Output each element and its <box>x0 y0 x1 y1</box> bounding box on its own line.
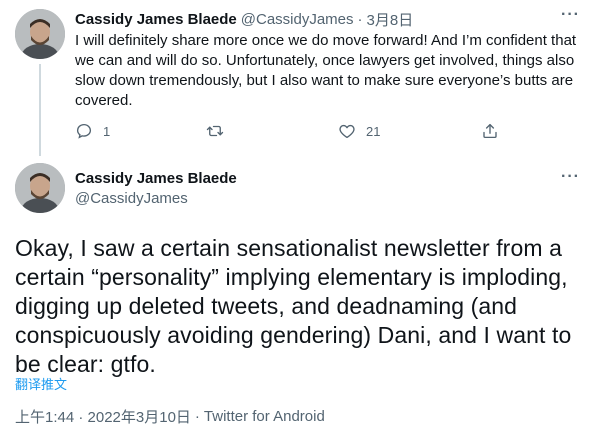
translate-tweet-link[interactable]: 翻译推文 <box>15 374 67 393</box>
tweet-date[interactable]: 3月8日 <box>367 9 414 30</box>
heart-icon <box>339 124 355 139</box>
more-options-icon[interactable]: ··· <box>561 6 580 24</box>
main-tweet-text: Okay, I saw a certain sensationalist new… <box>15 235 572 377</box>
more-options-icon[interactable]: ··· <box>561 168 580 186</box>
share-button[interactable] <box>481 122 499 140</box>
reply-count: 1 <box>103 123 111 139</box>
reply-tweet-text: I will definitely share more once we do … <box>75 32 577 109</box>
tweet-timestamp[interactable]: 上午1:44 · 2022年3月10日 <box>15 406 191 427</box>
tweet-meta: 上午1:44 · 2022年3月10日 · Twitter for Androi… <box>15 406 325 427</box>
share-icon <box>483 123 497 139</box>
retweet-icon <box>206 125 224 137</box>
author-name[interactable]: Cassidy James Blaede <box>75 170 237 187</box>
reply-icon <box>76 123 92 139</box>
author-name[interactable]: Cassidy James Blaede <box>75 11 237 28</box>
author-handle[interactable]: @CassidyJames <box>75 190 188 207</box>
avatar-image <box>15 9 65 59</box>
author-handle[interactable]: @CassidyJames <box>241 11 354 28</box>
avatar-image <box>15 163 65 213</box>
reply-header: Cassidy James Blaede @CassidyJames · 3月8… <box>75 9 413 30</box>
like-count: 21 <box>366 123 381 139</box>
avatar[interactable] <box>15 163 65 213</box>
retweet-button[interactable] <box>206 122 234 140</box>
separator-dot: · <box>357 11 363 28</box>
tweet-source[interactable]: Twitter for Android <box>204 408 325 425</box>
reply-button[interactable]: 1 <box>75 122 110 140</box>
thread-line <box>39 64 41 156</box>
like-button[interactable]: 21 <box>338 122 380 140</box>
avatar[interactable] <box>15 9 65 59</box>
separator-dot: · <box>194 408 200 425</box>
